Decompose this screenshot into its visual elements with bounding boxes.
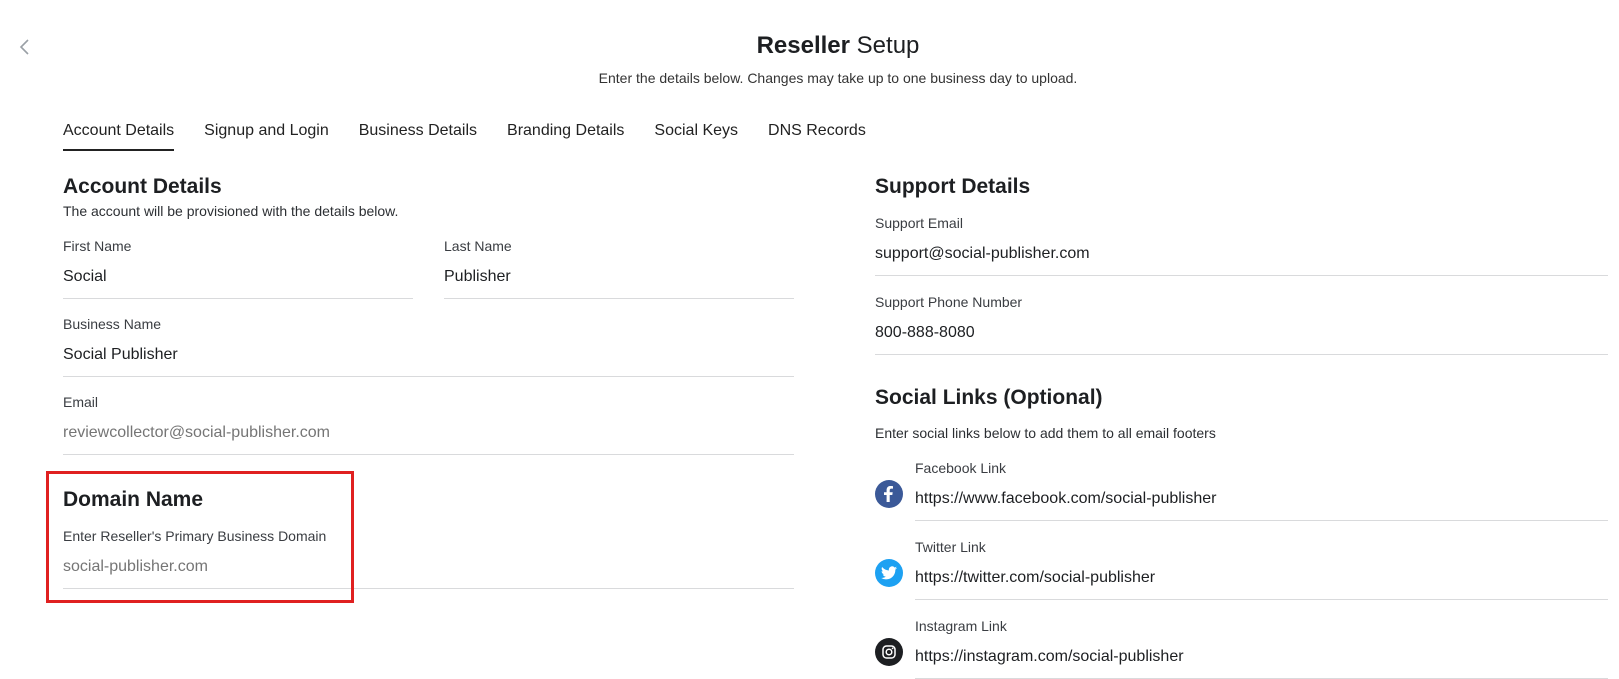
twitter-link-field[interactable]: [915, 569, 1608, 600]
business-name-label: Business Name: [63, 316, 162, 332]
page-title-bold: Reseller: [756, 32, 850, 59]
facebook-link-label: Facebook Link: [915, 460, 1007, 476]
page-title: Reseller Setup: [0, 32, 1619, 60]
instagram-icon: [875, 638, 903, 666]
social-links-description: Enter social links below to add them to …: [875, 425, 1216, 441]
support-email-field[interactable]: [875, 245, 1608, 276]
tab-social-keys[interactable]: Social Keys: [654, 122, 738, 151]
tab-dns-records[interactable]: DNS Records: [768, 122, 866, 151]
email-field[interactable]: [63, 424, 794, 455]
account-details-description: The account will be provisioned with the…: [63, 203, 399, 219]
account-details-heading: Account Details: [63, 175, 222, 198]
business-name-field[interactable]: [63, 346, 794, 377]
tab-business-details[interactable]: Business Details: [359, 122, 477, 151]
support-email-label: Support Email: [875, 215, 963, 231]
twitter-link-label: Twitter Link: [915, 539, 986, 555]
social-links-heading: Social Links (Optional): [875, 386, 1103, 409]
support-details-heading: Support Details: [875, 175, 1031, 198]
last-name-label: Last Name: [444, 238, 512, 254]
facebook-link-field[interactable]: [915, 490, 1608, 521]
tab-bar: Account Details Signup and Login Busines…: [63, 122, 896, 151]
page-title-rest: Setup: [856, 32, 920, 59]
page-subtitle: Enter the details below. Changes may tak…: [598, 70, 1078, 86]
support-phone-label: Support Phone Number: [875, 294, 1023, 310]
first-name-label: First Name: [63, 238, 132, 254]
first-name-field[interactable]: [63, 268, 413, 299]
support-phone-field[interactable]: [875, 324, 1608, 355]
tab-account-details[interactable]: Account Details: [63, 122, 175, 151]
twitter-icon: [875, 559, 903, 587]
facebook-icon: [875, 480, 903, 508]
last-name-field[interactable]: [444, 268, 794, 299]
tab-signup-and-login[interactable]: Signup and Login: [204, 122, 329, 151]
email-label: Email: [63, 394, 99, 410]
instagram-link-label: Instagram Link: [915, 618, 1007, 634]
instagram-link-field[interactable]: [915, 648, 1608, 679]
tab-branding-details[interactable]: Branding Details: [507, 122, 624, 151]
domain-highlight-box: [46, 471, 354, 603]
